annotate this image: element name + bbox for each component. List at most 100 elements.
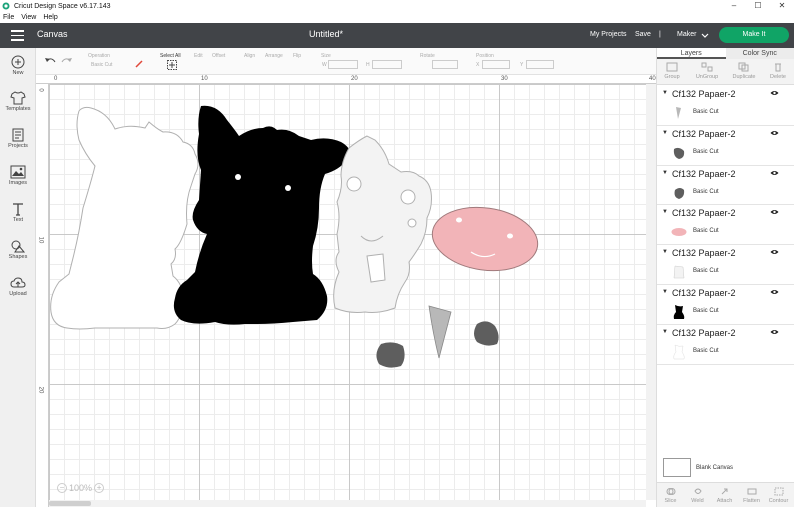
tool-templates[interactable]: Templates: [0, 91, 36, 112]
blank-canvas-layer[interactable]: Blank Canvas: [663, 458, 789, 480]
offset-label: Offset: [212, 53, 226, 59]
ungroup-button[interactable]: UnGroup: [692, 62, 722, 80]
weld-icon: [693, 488, 702, 494]
flatten-button[interactable]: Flatten: [738, 487, 765, 504]
group-button[interactable]: Group: [657, 62, 687, 80]
eye-icon[interactable]: [770, 130, 779, 136]
maximize-button[interactable]: ☐: [746, 0, 770, 12]
eye-icon[interactable]: [770, 249, 779, 255]
caret-down-icon[interactable]: ▼: [662, 90, 668, 96]
tool-shapes[interactable]: Shapes: [0, 239, 36, 260]
menu-view[interactable]: View: [21, 14, 36, 21]
group-icon: [666, 62, 678, 72]
zoom-in-button[interactable]: +: [94, 482, 105, 493]
document-title[interactable]: Untitled*: [300, 29, 352, 39]
ruler-tick-label: 10: [201, 76, 208, 82]
slice-button[interactable]: Slice: [657, 487, 684, 504]
delete-button[interactable]: Delete: [763, 62, 793, 80]
black-cow-eye-right: [285, 185, 291, 191]
layer-item[interactable]: ▼ Cf132 Papaer-2 Basic Cut: [657, 126, 794, 166]
tool-label: Templates: [5, 106, 31, 112]
caret-down-icon[interactable]: ▼: [662, 209, 668, 215]
layer-item[interactable]: ▼ Cf132 Papaer-2 Basic Cut: [657, 166, 794, 206]
contour-button[interactable]: Contour: [765, 487, 792, 504]
caret-down-icon[interactable]: ▼: [662, 170, 668, 176]
ruler-tick-label: 0: [54, 76, 58, 82]
my-projects-link[interactable]: My Projects: [590, 31, 627, 38]
undo-icon[interactable]: [44, 56, 56, 66]
menu-file[interactable]: File: [3, 14, 14, 21]
arrange-label: Arrange: [265, 53, 283, 59]
layer-thumbnail: [673, 304, 685, 319]
eye-icon[interactable]: [770, 209, 779, 215]
layer-name: Cf132 Papaer-2: [672, 287, 736, 298]
design-canvas[interactable]: [49, 84, 646, 500]
eye-icon[interactable]: [770, 289, 779, 295]
machine-selector[interactable]: Maker: [677, 31, 696, 38]
save-link[interactable]: Save: [635, 31, 651, 38]
select-all-icon[interactable]: [167, 60, 177, 70]
tool-images[interactable]: Images: [0, 165, 36, 186]
window-title: Cricut Design Space v6.17.143: [14, 2, 111, 10]
spot-hole: [346, 176, 362, 192]
tool-upload[interactable]: Upload: [0, 276, 36, 297]
width-input[interactable]: [328, 60, 358, 69]
tool-projects[interactable]: Projects: [0, 128, 36, 149]
chevron-down-icon[interactable]: [701, 33, 709, 39]
tab-layers[interactable]: Layers: [657, 48, 726, 59]
eye-icon[interactable]: [770, 90, 779, 96]
eye-icon[interactable]: [770, 329, 779, 335]
layer-item[interactable]: ▼ Cf132 Papaer-2 Basic Cut: [657, 325, 794, 365]
layer-item[interactable]: ▼ Cf132 Papaer-2 Basic Cut: [657, 245, 794, 285]
layer-item[interactable]: ▼ Cf132 Papaer-2 Basic Cut: [657, 285, 794, 325]
black-cow-body[interactable]: [173, 105, 350, 325]
spot-hole: [407, 218, 417, 228]
layer-item[interactable]: ▼ Cf132 Papaer-2 Basic Cut: [657, 205, 794, 246]
caret-down-icon[interactable]: ▼: [662, 289, 668, 295]
spots-layer[interactable]: [333, 135, 432, 313]
height-input[interactable]: [372, 60, 402, 69]
height-field[interactable]: H: [366, 62, 370, 68]
position-y-input[interactable]: [526, 60, 554, 69]
duplicate-button[interactable]: Duplicate: [729, 62, 759, 80]
pen-color-icon[interactable]: [135, 60, 143, 68]
grey-hoof-left[interactable]: [376, 342, 405, 368]
position-label: Position: [476, 53, 494, 59]
zoom-out-button[interactable]: −: [57, 482, 67, 493]
caret-down-icon[interactable]: ▼: [662, 249, 668, 255]
position-y-field[interactable]: Y: [520, 62, 523, 68]
width-field[interactable]: W: [322, 62, 327, 68]
attach-button[interactable]: Attach: [711, 487, 738, 504]
tab-color-sync[interactable]: Color Sync: [725, 48, 794, 59]
layer-thumbnail: [673, 265, 685, 279]
blank-canvas-swatch[interactable]: [663, 458, 691, 477]
eye-icon[interactable]: [770, 170, 779, 176]
rotate-input[interactable]: [432, 60, 458, 69]
layer-thumbnail: [673, 147, 685, 159]
close-button[interactable]: ✕: [770, 0, 794, 12]
redo-icon[interactable]: [61, 56, 73, 66]
position-x-field[interactable]: X: [476, 62, 479, 68]
layer-item[interactable]: ▼ Cf132 Papaer-2 Basic Cut: [657, 86, 794, 126]
hamburger-menu-icon[interactable]: [11, 30, 24, 41]
action-label: Delete: [770, 74, 786, 80]
layer-name: Cf132 Papaer-2: [672, 327, 736, 338]
weld-button[interactable]: Weld: [684, 487, 711, 504]
grey-horn[interactable]: [428, 305, 452, 359]
caret-down-icon[interactable]: ▼: [662, 329, 668, 335]
vertical-scrollbar[interactable]: [646, 84, 656, 500]
caret-down-icon[interactable]: ▼: [662, 130, 668, 136]
action-label: Attach: [716, 498, 733, 504]
tool-text[interactable]: Text: [0, 202, 36, 223]
menu-help[interactable]: Help: [43, 14, 57, 21]
position-x-input[interactable]: [482, 60, 510, 69]
operation-dropdown[interactable]: Basic Cut: [91, 62, 112, 68]
tool-new[interactable]: New: [0, 55, 36, 76]
action-label: Weld: [691, 498, 704, 504]
grey-hoof-right[interactable]: [474, 321, 499, 346]
pink-nose[interactable]: [428, 201, 542, 277]
horizontal-scrollbar[interactable]: [49, 500, 646, 507]
make-it-button[interactable]: Make It: [719, 27, 789, 43]
minimize-button[interactable]: –: [722, 0, 746, 12]
tool-label: Text: [12, 217, 24, 223]
